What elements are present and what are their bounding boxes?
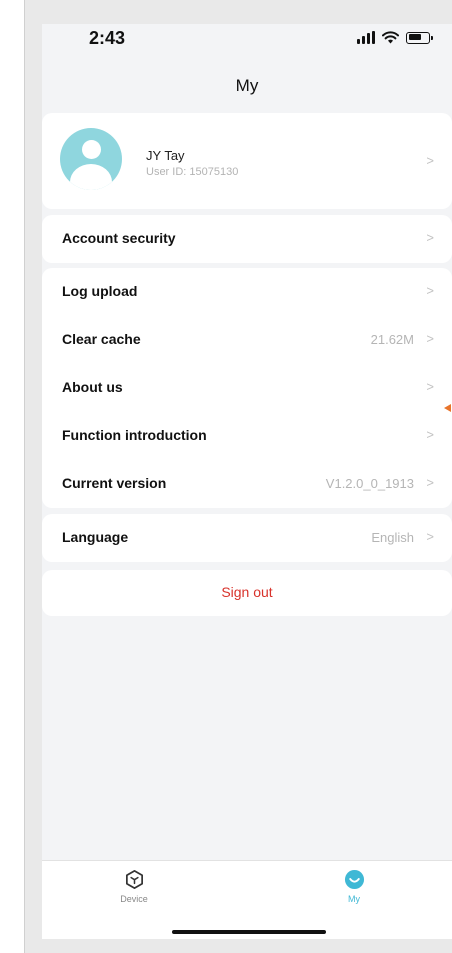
- sign-out-card: Sign out: [42, 570, 452, 616]
- row-label: Current version: [62, 475, 167, 491]
- status-time: 2:43: [89, 28, 126, 48]
- tab-device[interactable]: Device: [94, 869, 174, 904]
- chevron-right-icon: >: [426, 427, 434, 442]
- sign-out-button[interactable]: Sign out: [42, 584, 452, 600]
- chevron-right-icon: >: [426, 331, 434, 346]
- settings-card: Log upload > Clear cache 21.62M > About …: [42, 268, 452, 508]
- row-label: Clear cache: [62, 331, 141, 347]
- chevron-right-icon: >: [426, 153, 434, 168]
- cellular-signal-icon: [357, 31, 375, 44]
- battery-icon: [406, 31, 433, 44]
- version-value: V1.2.0_0_1913: [325, 476, 414, 491]
- chevron-right-icon: >: [426, 379, 434, 394]
- tab-my[interactable]: My: [314, 869, 394, 904]
- tab-label: My: [348, 894, 360, 904]
- language-card: Language English >: [42, 514, 452, 562]
- chevron-right-icon: >: [426, 475, 434, 490]
- row-label: About us: [62, 379, 123, 395]
- log-upload-row[interactable]: Log upload >: [42, 268, 452, 316]
- profile-user-id: User ID: 15075130: [146, 166, 239, 178]
- wifi-icon: [382, 31, 399, 44]
- function-introduction-row[interactable]: Function introduction >: [42, 412, 452, 460]
- language-value: English: [371, 530, 414, 545]
- row-label: Log upload: [62, 283, 138, 299]
- chevron-right-icon: >: [426, 283, 434, 298]
- home-indicator: [172, 930, 326, 934]
- status-icons: [357, 31, 433, 44]
- cache-size-value: 21.62M: [370, 332, 414, 347]
- about-us-row[interactable]: About us >: [42, 364, 452, 412]
- smile-face-icon: [344, 869, 364, 890]
- row-label: Account security: [62, 230, 176, 246]
- chevron-right-icon: >: [426, 529, 434, 544]
- page-title: My: [235, 76, 259, 95]
- account-security-card: Account security >: [42, 215, 452, 263]
- language-row[interactable]: Language English >: [42, 514, 452, 562]
- tab-bar: Device My: [42, 860, 452, 939]
- profile-name: JY Tay: [146, 148, 185, 163]
- avatar: [60, 128, 122, 190]
- device-cube-icon: [125, 870, 143, 889]
- current-version-row[interactable]: Current version V1.2.0_0_1913 >: [42, 460, 452, 508]
- tab-label: Device: [120, 894, 148, 904]
- clear-cache-row[interactable]: Clear cache 21.62M >: [42, 316, 452, 364]
- row-label: Function introduction: [62, 427, 207, 443]
- account-security-row[interactable]: Account security >: [42, 215, 452, 263]
- profile-card[interactable]: JY Tay User ID: 15075130 >: [42, 113, 452, 209]
- orange-pointer-marker: [444, 404, 451, 412]
- chevron-right-icon: >: [426, 230, 434, 245]
- status-bar: 2:43: [42, 24, 452, 60]
- phone-screen: 2:43 My JY Tay User ID: 15075130 > Accou…: [42, 24, 452, 939]
- row-label: Language: [62, 529, 129, 545]
